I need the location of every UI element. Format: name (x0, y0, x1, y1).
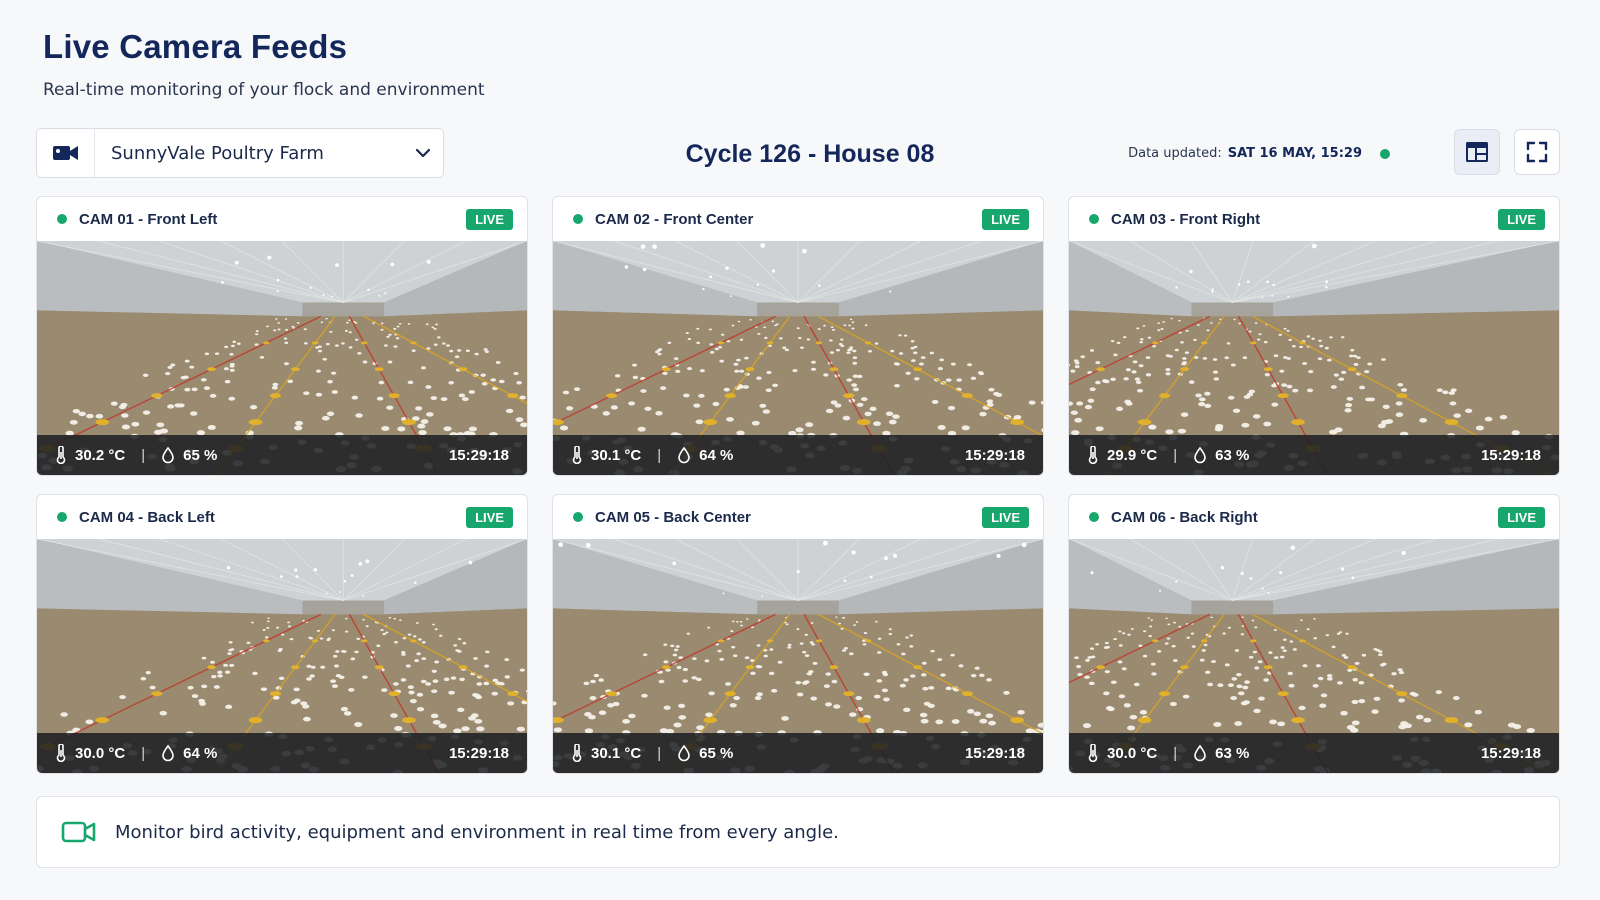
status-dot (573, 214, 583, 224)
camera-card[interactable]: CAM 03 - Front Right LIVE 29.9 °C | 63 %… (1068, 196, 1560, 476)
temperature-value: 29.9 °C (1107, 446, 1158, 464)
camera-feed[interactable]: 30.0 °C | 63 % 15:29:18 (1069, 539, 1559, 773)
thermometer-icon (1088, 744, 1098, 762)
page-subtitle: Real-time monitoring of your flock and e… (43, 80, 485, 100)
camera-card[interactable]: CAM 02 - Front Center LIVE 30.1 °C | 64 … (552, 196, 1044, 476)
timestamp: 15:29:18 (964, 744, 1025, 762)
camera-feed[interactable]: 30.1 °C | 64 % 15:29:18 (553, 241, 1043, 475)
humidity-drop-icon (1194, 446, 1206, 464)
camera-card-header: CAM 02 - Front Center LIVE (553, 197, 1043, 241)
separator: | (657, 744, 662, 762)
camera-stats-overlay: 30.0 °C | 63 % 15:29:18 (1069, 733, 1559, 773)
humidity-drop-icon (162, 744, 174, 762)
humidity-value: 64 % (699, 446, 734, 464)
status-dot (1089, 512, 1099, 522)
humidity-drop-icon (162, 446, 174, 464)
status-dot (573, 512, 583, 522)
status-dot (1380, 148, 1390, 159)
camera-card[interactable]: CAM 05 - Back Center LIVE 30.1 °C | 65 %… (552, 494, 1044, 774)
timestamp: 15:29:18 (448, 744, 509, 762)
camera-feed[interactable]: 30.0 °C | 64 % 15:29:18 (37, 539, 527, 773)
camera-stats-overlay: 30.0 °C | 64 % 15:29:18 (37, 733, 527, 773)
camera-card-header: CAM 03 - Front Right LIVE (1069, 197, 1559, 241)
humidity-value: 63 % (1215, 744, 1250, 762)
temperature-value: 30.1 °C (591, 446, 642, 464)
video-camera-icon (61, 821, 96, 843)
thermometer-icon (572, 446, 582, 464)
live-badge: LIVE (982, 506, 1029, 528)
camera-card-header: CAM 01 - Front Left LIVE (37, 197, 527, 241)
humidity-value: 63 % (1215, 446, 1250, 464)
farm-select-value: SunnyVale Poultry Farm (111, 142, 324, 164)
camera-stats-overlay: 30.2 °C | 65 % 15:29:18 (37, 435, 527, 475)
data-updated-label: Data updated: (1128, 146, 1222, 161)
cycle-house-title: Cycle 126 - House 08 (685, 140, 935, 168)
live-badge: LIVE (466, 208, 513, 230)
camera-stats-overlay: 30.1 °C | 64 % 15:29:18 (553, 435, 1043, 475)
camera-stats-overlay: 30.1 °C | 65 % 15:29:18 (553, 733, 1043, 773)
status-dot (57, 214, 67, 224)
thermometer-icon (56, 446, 66, 464)
temperature-value: 30.0 °C (75, 744, 126, 762)
separator: | (1173, 446, 1178, 464)
camera-feed[interactable]: 30.1 °C | 65 % 15:29:18 (553, 539, 1043, 773)
camera-stats-overlay: 29.9 °C | 63 % 15:29:18 (1069, 435, 1559, 475)
layout-toggle-button[interactable] (1454, 129, 1500, 175)
status-dot (57, 512, 67, 522)
camera-name: CAM 04 - Back Left (79, 508, 215, 526)
timestamp: 15:29:18 (1480, 446, 1541, 464)
camera-name: CAM 01 - Front Left (79, 210, 218, 228)
separator: | (141, 446, 146, 464)
camera-feed[interactable]: 30.2 °C | 65 % 15:29:18 (37, 241, 527, 475)
humidity-value: 65 % (183, 446, 218, 464)
timestamp: 15:29:18 (448, 446, 509, 464)
camera-name: CAM 06 - Back Right (1111, 508, 1258, 526)
camera-name: CAM 03 - Front Right (1111, 210, 1261, 228)
temperature-value: 30.1 °C (591, 744, 642, 762)
camera-card-header: CAM 06 - Back Right LIVE (1069, 495, 1559, 539)
live-badge: LIVE (1498, 208, 1545, 230)
camera-card[interactable]: CAM 01 - Front Left LIVE 30.2 °C | 65 % … (36, 196, 528, 476)
camera-feed[interactable]: 29.9 °C | 63 % 15:29:18 (1069, 241, 1559, 475)
camera-card[interactable]: CAM 04 - Back Left LIVE 30.0 °C | 64 % 1… (36, 494, 528, 774)
data-updated-value: SAT 16 MAY, 15:29 (1227, 146, 1362, 161)
humidity-drop-icon (678, 744, 690, 762)
camera-grid: CAM 01 - Front Left LIVE 30.2 °C | 65 % … (36, 196, 1560, 774)
temperature-value: 30.0 °C (1107, 744, 1158, 762)
separator: | (1173, 744, 1178, 762)
camera-name: CAM 05 - Back Center (595, 508, 751, 526)
humidity-value: 65 % (699, 744, 734, 762)
camera-card-header: CAM 05 - Back Center LIVE (553, 495, 1043, 539)
thermometer-icon (572, 744, 582, 762)
data-updated-status: Data updated: SAT 16 MAY, 15:29 (1128, 146, 1390, 161)
video-camera-icon (37, 129, 95, 177)
live-badge: LIVE (1498, 506, 1545, 528)
timestamp: 15:29:18 (964, 446, 1025, 464)
thermometer-icon (56, 744, 66, 762)
timestamp: 15:29:18 (1480, 744, 1541, 762)
footer-note: Monitor bird activity, equipment and env… (36, 796, 1560, 868)
humidity-drop-icon (678, 446, 690, 464)
live-badge: LIVE (466, 506, 513, 528)
chevron-down-icon (403, 148, 443, 158)
camera-name: CAM 02 - Front Center (595, 210, 754, 228)
footer-text: Monitor bird activity, equipment and env… (115, 821, 839, 843)
fullscreen-button[interactable] (1514, 129, 1560, 175)
separator: | (657, 446, 662, 464)
camera-card-header: CAM 04 - Back Left LIVE (37, 495, 527, 539)
humidity-value: 64 % (183, 744, 218, 762)
humidity-drop-icon (1194, 744, 1206, 762)
fullscreen-icon (1526, 141, 1548, 163)
separator: | (141, 744, 146, 762)
page-header: Live Camera Feeds Real-time monitoring o… (43, 28, 485, 100)
thermometer-icon (1088, 446, 1098, 464)
page-title: Live Camera Feeds (43, 28, 348, 65)
temperature-value: 30.2 °C (75, 446, 126, 464)
camera-card[interactable]: CAM 06 - Back Right LIVE 30.0 °C | 63 % … (1068, 494, 1560, 774)
grid-layout-icon (1466, 142, 1488, 162)
farm-select-dropdown[interactable]: SunnyVale Poultry Farm (36, 128, 444, 178)
status-dot (1089, 214, 1099, 224)
live-badge: LIVE (982, 208, 1029, 230)
